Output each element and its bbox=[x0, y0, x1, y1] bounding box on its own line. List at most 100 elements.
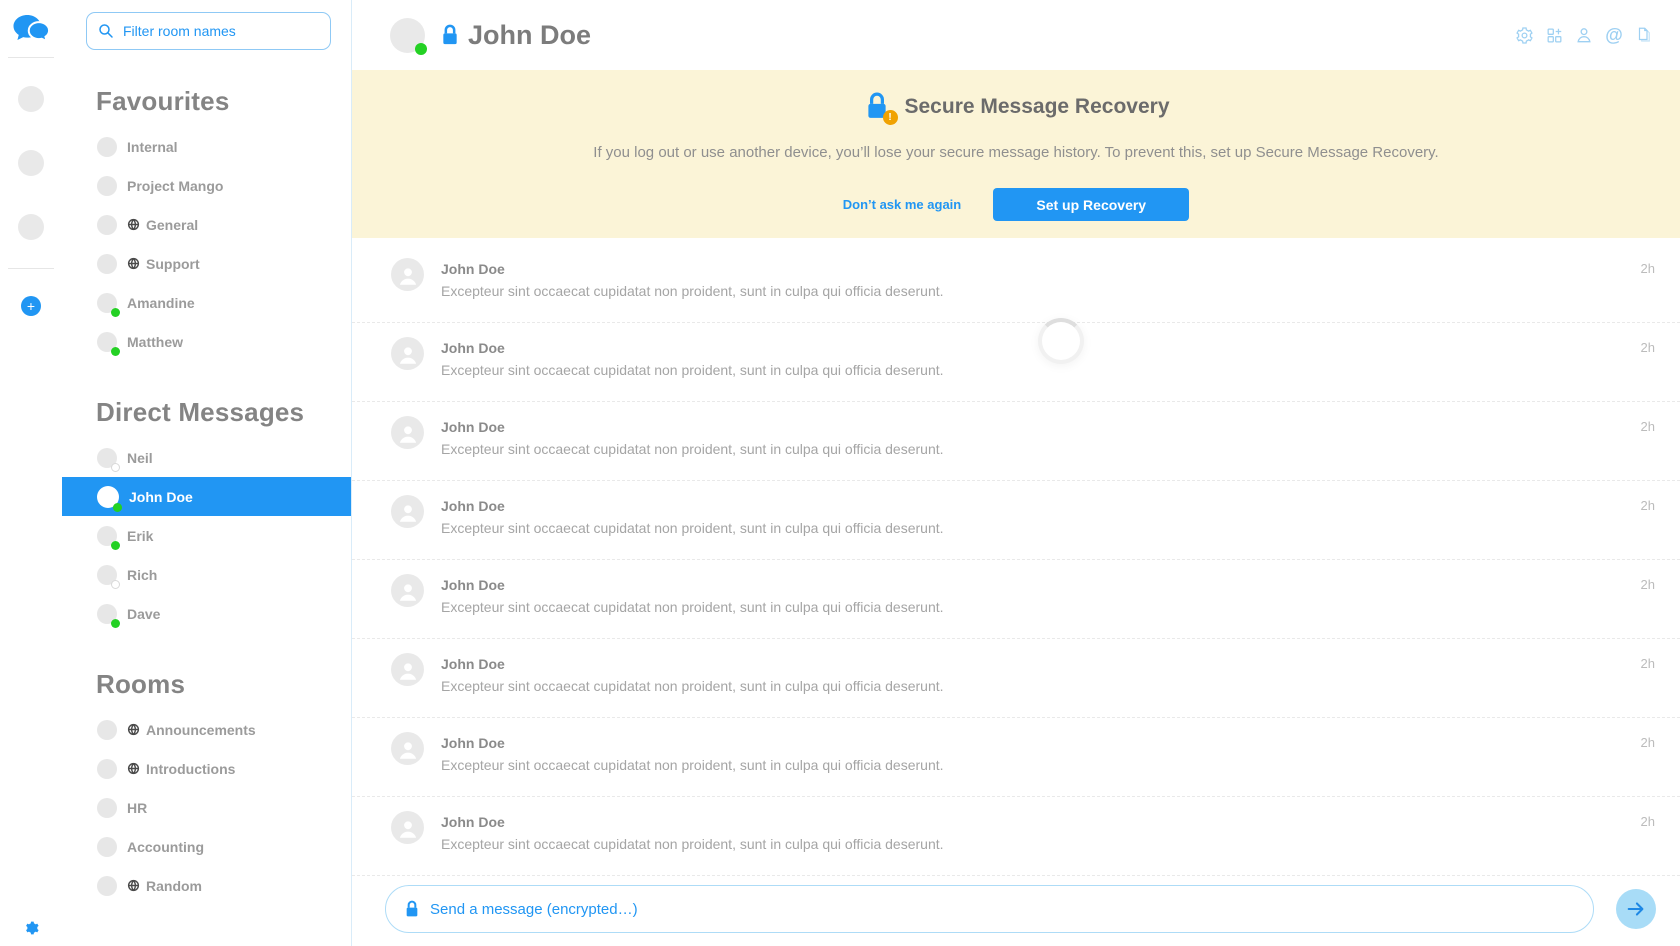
app-logo-icon[interactable] bbox=[11, 12, 51, 48]
header-toolbar: @ bbox=[1514, 0, 1654, 70]
room-item-support[interactable]: Support bbox=[62, 244, 351, 283]
room-avatar bbox=[97, 837, 117, 857]
divider bbox=[8, 57, 54, 58]
room-avatar[interactable] bbox=[390, 18, 425, 53]
room-avatar bbox=[97, 215, 117, 235]
message-timestamp: 2h bbox=[1641, 419, 1655, 434]
message-text: Excepteur sint occaecat cupidatat non pr… bbox=[441, 283, 1655, 299]
warning-badge-icon: ! bbox=[883, 110, 898, 125]
room-avatar bbox=[97, 759, 117, 779]
user-avatar-icon bbox=[391, 574, 424, 607]
warning-lock-icon: ! bbox=[863, 92, 891, 122]
room-label: Rich bbox=[127, 567, 157, 583]
room-label: HR bbox=[127, 800, 147, 816]
message-row: John DoeExcepteur sint occaecat cupidata… bbox=[352, 481, 1680, 560]
message-text: Excepteur sint occaecat cupidatat non pr… bbox=[441, 599, 1655, 615]
message-timestamp: 2h bbox=[1641, 261, 1655, 276]
message-text: Excepteur sint occaecat cupidatat non pr… bbox=[441, 757, 1655, 773]
room-item-introductions[interactable]: Introductions bbox=[62, 749, 351, 788]
room-item-amandine[interactable]: Amandine bbox=[62, 283, 351, 322]
encrypted-lock-icon bbox=[440, 24, 460, 46]
room-title: John Doe bbox=[468, 20, 591, 51]
room-item-erik[interactable]: Erik bbox=[62, 516, 351, 555]
section-title: Rooms bbox=[62, 669, 351, 700]
room-item-accounting[interactable]: Accounting bbox=[62, 827, 351, 866]
settings-gear-icon[interactable] bbox=[23, 920, 39, 936]
message-sender: John Doe bbox=[441, 498, 1655, 514]
room-avatar bbox=[97, 720, 117, 740]
setup-recovery-button[interactable]: Set up Recovery bbox=[993, 188, 1189, 221]
add-space-button[interactable]: + bbox=[21, 296, 41, 316]
person-icon bbox=[395, 341, 421, 367]
room-item-john-doe[interactable]: John Doe bbox=[62, 477, 351, 516]
room-item-announcements[interactable]: Announcements bbox=[62, 710, 351, 749]
globe-icon bbox=[127, 723, 140, 736]
room-filter-input[interactable] bbox=[123, 23, 320, 39]
room-item-dave[interactable]: Dave bbox=[62, 594, 351, 633]
add-widget-icon[interactable] bbox=[1544, 25, 1564, 45]
send-button[interactable] bbox=[1616, 889, 1656, 929]
send-arrow-icon bbox=[1625, 898, 1647, 920]
message-row: John DoeExcepteur sint occaecat cupidata… bbox=[352, 323, 1680, 402]
dont-ask-again-link[interactable]: Don’t ask me again bbox=[843, 197, 961, 212]
globe-icon bbox=[127, 879, 140, 892]
person-icon bbox=[395, 736, 421, 762]
person-icon bbox=[395, 499, 421, 525]
message-timestamp: 2h bbox=[1641, 814, 1655, 829]
message-sender: John Doe bbox=[441, 419, 1655, 435]
presence-dot bbox=[111, 463, 120, 472]
space-avatar[interactable] bbox=[18, 86, 44, 112]
room-filter[interactable] bbox=[86, 12, 331, 50]
room-item-neil[interactable]: Neil bbox=[62, 438, 351, 477]
message-text: Excepteur sint occaecat cupidatat non pr… bbox=[441, 362, 1655, 378]
room-item-project-mango[interactable]: Project Mango bbox=[62, 166, 351, 205]
message-composer[interactable] bbox=[385, 885, 1594, 933]
presence-dot bbox=[415, 43, 427, 55]
settings-icon[interactable] bbox=[1514, 25, 1534, 45]
room-label: Internal bbox=[127, 139, 178, 155]
room-avatar bbox=[97, 137, 117, 157]
room-item-internal[interactable]: Internal bbox=[62, 127, 351, 166]
members-icon[interactable] bbox=[1574, 25, 1594, 45]
loading-spinner bbox=[1038, 318, 1084, 364]
globe-icon bbox=[127, 762, 140, 775]
files-icon[interactable] bbox=[1634, 25, 1654, 45]
room-header: John Doe bbox=[352, 0, 1680, 70]
banner-actions: Don’t ask me again Set up Recovery bbox=[352, 188, 1680, 221]
message-text: Excepteur sint occaecat cupidatat non pr… bbox=[441, 836, 1655, 852]
mentions-icon[interactable]: @ bbox=[1604, 25, 1624, 45]
message-timeline: John Doe Excepteur sint occaecat cupidata… bbox=[352, 238, 1680, 876]
message-input[interactable] bbox=[430, 901, 1575, 918]
message-timestamp: 2h bbox=[1641, 577, 1655, 592]
room-label: Random bbox=[146, 878, 202, 894]
sidebar-section: Direct MessagesNeilJohn DoeErikRichDave bbox=[62, 397, 351, 633]
recovery-banner: ! Secure Message Recovery If you log out… bbox=[352, 70, 1680, 238]
search-icon bbox=[97, 22, 115, 40]
room-avatar bbox=[97, 876, 117, 896]
person-icon bbox=[395, 815, 421, 841]
message-timestamp: 2h bbox=[1641, 735, 1655, 750]
room-label: Project Mango bbox=[127, 178, 223, 194]
space-rail: + bbox=[0, 0, 62, 946]
space-avatar[interactable] bbox=[18, 214, 44, 240]
room-item-matthew[interactable]: Matthew bbox=[62, 322, 351, 361]
room-label: Support bbox=[146, 256, 200, 272]
room-item-rich[interactable]: Rich bbox=[62, 555, 351, 594]
room-label: Amandine bbox=[127, 295, 195, 311]
space-avatar[interactable] bbox=[18, 150, 44, 176]
person-icon bbox=[395, 657, 421, 683]
room-avatar bbox=[97, 486, 119, 508]
message-timestamp: 2h bbox=[1641, 656, 1655, 671]
presence-dot bbox=[113, 503, 122, 512]
room-avatar bbox=[97, 293, 117, 313]
room-item-general[interactable]: General bbox=[62, 205, 351, 244]
message-sender: John Doe bbox=[441, 735, 1655, 751]
message-sender: John Doe bbox=[441, 656, 1655, 672]
room-label: Accounting bbox=[127, 839, 204, 855]
room-item-random[interactable]: Random bbox=[62, 866, 351, 905]
room-item-hr[interactable]: HR bbox=[62, 788, 351, 827]
person-icon bbox=[395, 420, 421, 446]
message-text: Excepteur sint occaecat cupidatat non pr… bbox=[441, 441, 1655, 457]
message-row: John Doe Excepteur sint occaecat cupidata… bbox=[352, 718, 1680, 797]
sidebar-section: Rooms AnnouncementsIntroductions HR Account… bbox=[62, 669, 351, 905]
